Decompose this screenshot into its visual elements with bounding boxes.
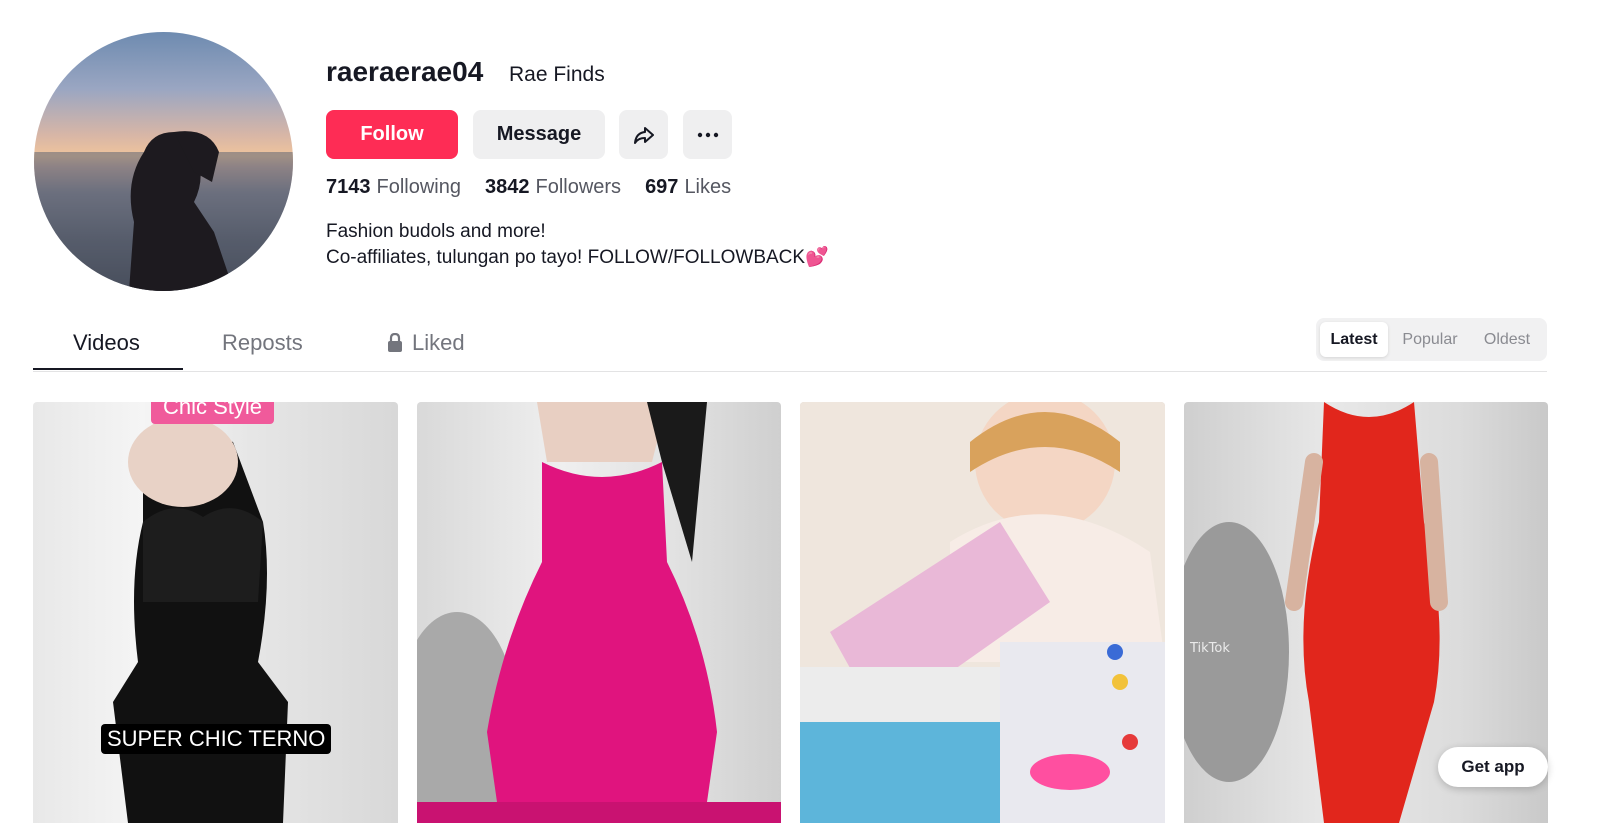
tab-liked-label: Liked <box>412 330 465 355</box>
profile-nickname: Rae Finds <box>509 63 605 86</box>
share-icon <box>633 126 654 144</box>
video-tag: Chic Style <box>151 402 275 424</box>
video-3-image <box>800 402 1165 823</box>
bio-line-2: Co-affiliates, tulungan po tayo! FOLLOW/… <box>326 245 829 271</box>
following-label: Following <box>376 176 461 198</box>
tab-reposts[interactable]: Reposts <box>222 330 303 356</box>
video-thumbnail[interactable]: Chic Style SUPER CHIC TERNO <box>33 402 398 823</box>
profile-avatar[interactable] <box>34 32 293 291</box>
active-tab-indicator <box>33 368 183 370</box>
tab-liked[interactable]: Liked <box>386 330 465 356</box>
followers-stat[interactable]: 3842 Followers <box>485 176 621 199</box>
avatar-silhouette <box>34 131 293 291</box>
more-options-button[interactable] <box>683 110 732 159</box>
video-1-image <box>113 417 288 823</box>
get-app-button[interactable]: Get app <box>1438 747 1548 787</box>
likes-label: Likes <box>684 176 732 198</box>
follow-button[interactable]: Follow <box>326 110 458 159</box>
lock-icon <box>388 333 402 352</box>
share-button[interactable] <box>619 110 668 159</box>
followers-count: 3842 <box>484 176 530 198</box>
sort-oldest[interactable]: Oldest <box>1472 322 1542 357</box>
video-thumbnail[interactable] <box>800 402 1165 823</box>
likes-stat: 697 Likes <box>645 176 731 199</box>
profile-username: raeraerae04 <box>326 56 484 87</box>
bio-line-2-text: Co-affiliates, tulungan po tayo! FOLLOW/… <box>326 247 806 268</box>
video-2-image <box>417 402 781 823</box>
more-icon <box>697 132 718 137</box>
video-thumbnail[interactable] <box>417 402 781 823</box>
svg-text:TikTok: TikTok <box>1189 641 1230 656</box>
sort-latest[interactable]: Latest <box>1320 322 1388 357</box>
message-button[interactable]: Message <box>473 110 605 159</box>
profile-bio: Fashion budols and more! Co-affiliates, … <box>326 219 829 271</box>
hearts-emoji: 💕 <box>805 247 829 268</box>
followers-label: Followers <box>535 176 622 198</box>
profile-stats: 7143 Following 3842 Followers 697 Likes <box>326 176 755 199</box>
sort-segmented-control: Latest Popular Oldest <box>1316 318 1547 361</box>
likes-count: 697 <box>645 176 679 198</box>
video-caption: SUPER CHIC TERNO <box>101 724 332 754</box>
tab-videos[interactable]: Videos <box>73 330 140 356</box>
following-count: 7143 <box>326 176 371 198</box>
bio-line-1: Fashion budols and more! <box>326 221 546 242</box>
following-stat[interactable]: 7143 Following <box>326 176 461 199</box>
sort-popular[interactable]: Popular <box>1394 322 1466 357</box>
